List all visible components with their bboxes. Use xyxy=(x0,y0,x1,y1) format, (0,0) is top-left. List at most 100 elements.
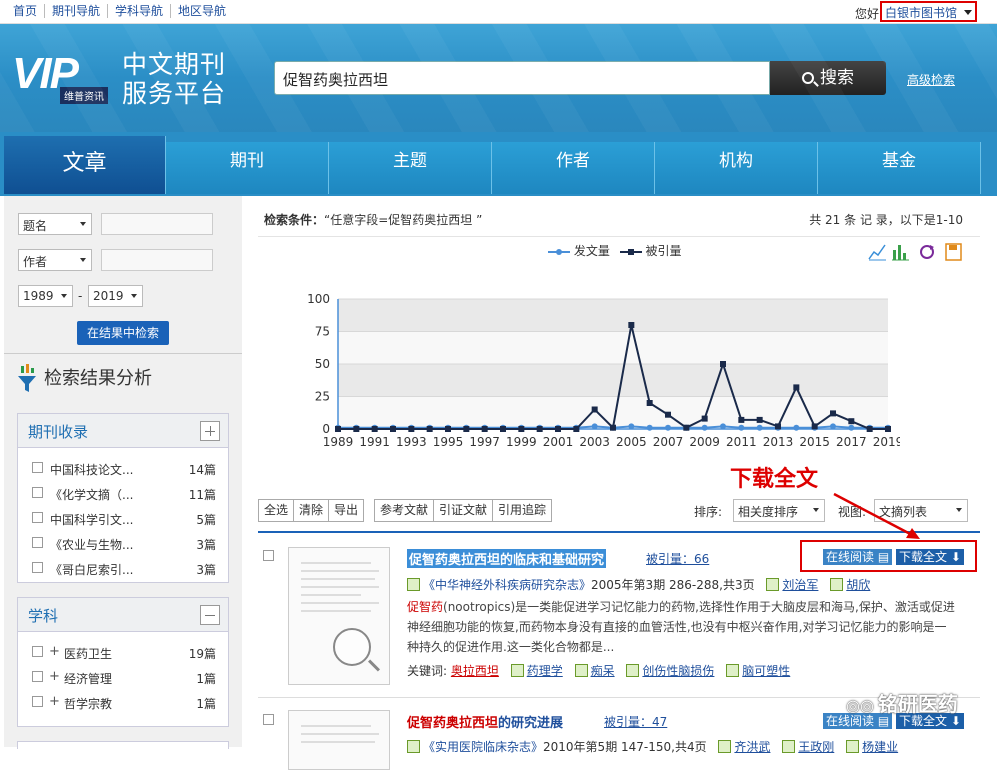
analysis-heading: 检索结果分析 xyxy=(16,364,152,394)
checkbox[interactable] xyxy=(32,487,43,498)
list-item[interactable]: 《哥白尼索引... 3篇 xyxy=(18,556,228,581)
data-point xyxy=(463,426,470,432)
legend-marker-1 xyxy=(548,248,570,255)
field-select-1[interactable]: 题名 xyxy=(18,213,92,235)
result-checkbox[interactable] xyxy=(263,714,274,725)
cited-count[interactable]: 被引量：66 xyxy=(646,550,709,567)
list-item[interactable]: + 哲学宗教 1篇 xyxy=(18,690,228,715)
tab-articles[interactable]: 文章 xyxy=(4,136,166,194)
tab-authors[interactable]: 作者 xyxy=(492,142,655,194)
data-point xyxy=(720,423,726,430)
author-link[interactable]: 杨建业 xyxy=(862,740,898,754)
sort-select[interactable]: 相关度排序 xyxy=(733,499,825,522)
list-item[interactable]: 中国科学引文... 5篇 xyxy=(18,506,228,531)
bar-chart-icon[interactable] xyxy=(892,245,909,261)
list-item[interactable]: 《化学文摘（... 11篇 xyxy=(18,481,228,506)
top-bar: 首页 期刊导航 学科导航 地区导航 您好 白银市图书馆 xyxy=(0,0,997,24)
keyword-link[interactable]: 痴呆 xyxy=(591,664,615,678)
data-point xyxy=(591,406,598,413)
topnav-regions[interactable]: 地区导航 xyxy=(171,4,233,18)
checkbox[interactable] xyxy=(32,537,43,548)
checkbox[interactable] xyxy=(32,562,43,573)
list-item[interactable]: 《农业与生物... 3篇 xyxy=(18,531,228,556)
tab-journals[interactable]: 期刊 xyxy=(166,142,329,194)
keyword-link[interactable]: 创伤性脑损伤 xyxy=(642,664,714,678)
author-link[interactable]: 齐洪武 xyxy=(734,740,770,754)
field-input-2[interactable] xyxy=(101,249,213,271)
checkbox[interactable] xyxy=(32,671,43,682)
data-point xyxy=(353,426,360,432)
tab-funds[interactable]: 基金 xyxy=(818,142,981,194)
expand-icon[interactable] xyxy=(200,421,220,441)
refresh-icon[interactable] xyxy=(920,245,934,259)
field-input-1[interactable] xyxy=(101,213,213,235)
tab-institutions[interactable]: 机构 xyxy=(655,142,818,194)
advanced-search-link[interactable]: 高级检索 xyxy=(907,71,955,88)
plus-icon[interactable]: + xyxy=(49,670,60,683)
list-item[interactable]: + 医药卫生 19篇 xyxy=(18,640,228,665)
list-item[interactable]: 中国科技论文... 14篇 xyxy=(18,456,228,481)
journal-link[interactable]: 《实用医院临床杂志》 xyxy=(423,740,543,754)
search-button[interactable]: 搜索 xyxy=(770,61,886,95)
references-button[interactable]: 参考文献 xyxy=(375,500,435,521)
panel-edge xyxy=(17,741,229,749)
library-dropdown[interactable]: 白银市图书馆 xyxy=(879,1,977,22)
list-item[interactable]: + 经济管理 1篇 xyxy=(18,665,228,690)
y-tick-label: 25 xyxy=(315,390,330,404)
topnav-home[interactable]: 首页 xyxy=(6,4,46,18)
result-title[interactable]: 促智药奥拉西坦的临床和基础研究 xyxy=(407,549,607,568)
select-toolbar: 全选 清除 导出 xyxy=(258,499,365,522)
field-select-2[interactable]: 作者 xyxy=(18,249,92,271)
line-chart-icon[interactable] xyxy=(868,244,886,261)
author-link[interactable]: 刘治军 xyxy=(782,578,818,592)
keyword-link[interactable]: 药理学 xyxy=(527,664,563,678)
select-all-button[interactable]: 全选 xyxy=(259,500,295,521)
data-point xyxy=(793,384,800,391)
plus-icon[interactable]: + xyxy=(49,645,60,658)
result-thumbnail[interactable] xyxy=(288,547,390,685)
result-title[interactable]: 促智药奥拉西坦的研究进展 xyxy=(407,712,563,731)
result-checkbox[interactable] xyxy=(263,550,274,561)
search-input[interactable]: 促智药奥拉西坦 xyxy=(274,61,770,95)
x-tick-label: 1997 xyxy=(469,435,500,449)
subjects-panel: 学科 + 医药卫生 19篇 + 经济管理 1篇 + 哲学宗教 1篇 xyxy=(17,597,229,727)
annotation-label: 下载全文 xyxy=(730,467,819,492)
journal-link[interactable]: 《中华神经外科疾病研究杂志》 xyxy=(423,578,591,592)
checkbox[interactable] xyxy=(32,462,43,473)
checkbox[interactable] xyxy=(32,696,43,707)
cited-count[interactable]: 被引量：47 xyxy=(604,713,667,730)
legend-marker-2 xyxy=(619,248,642,255)
legend-label-2: 被引量 xyxy=(645,244,682,258)
author-link[interactable]: 王政刚 xyxy=(798,740,834,754)
citation-tracking-button[interactable]: 引用追踪 xyxy=(493,500,552,521)
citation-toolbar: 参考文献 引证文献 引用追踪 xyxy=(374,499,553,522)
keyword-link[interactable]: 奥拉西坦 xyxy=(451,664,499,678)
export-button[interactable]: 导出 xyxy=(329,500,364,521)
search-in-results-button[interactable]: 在结果中检索 xyxy=(77,321,169,345)
tab-topics[interactable]: 主题 xyxy=(329,142,492,194)
library-name: 白银市图书馆 xyxy=(884,6,957,20)
year-from-select[interactable]: 1989 xyxy=(18,285,73,307)
checkbox[interactable] xyxy=(32,646,43,657)
download-button[interactable]: 下载全文 ⬇ xyxy=(896,549,964,565)
result-thumbnail[interactable] xyxy=(288,710,390,770)
keyword-link[interactable]: 脑可塑性 xyxy=(742,664,790,678)
x-tick-label: 2011 xyxy=(726,435,757,449)
checkbox[interactable] xyxy=(32,512,43,523)
author-link[interactable]: 胡欣 xyxy=(846,578,870,592)
topnav-subjects[interactable]: 学科导航 xyxy=(108,4,172,18)
y-tick-label: 0 xyxy=(322,422,330,436)
data-point xyxy=(481,426,488,432)
plus-icon[interactable]: + xyxy=(49,695,60,708)
collapse-icon[interactable] xyxy=(200,605,220,625)
x-tick-label: 2005 xyxy=(616,435,647,449)
citing-button[interactable]: 引证文献 xyxy=(434,500,494,521)
vip-logo[interactable]: VIP 维普资讯 xyxy=(12,52,120,104)
clear-button[interactable]: 清除 xyxy=(294,500,330,521)
topnav-journals[interactable]: 期刊导航 xyxy=(45,4,109,18)
save-icon[interactable] xyxy=(945,243,962,261)
year-to-select[interactable]: 2019 xyxy=(88,285,143,307)
data-point xyxy=(408,426,415,432)
read-online-button[interactable]: 在线阅读 ▤ xyxy=(823,549,893,565)
data-point xyxy=(518,426,525,432)
